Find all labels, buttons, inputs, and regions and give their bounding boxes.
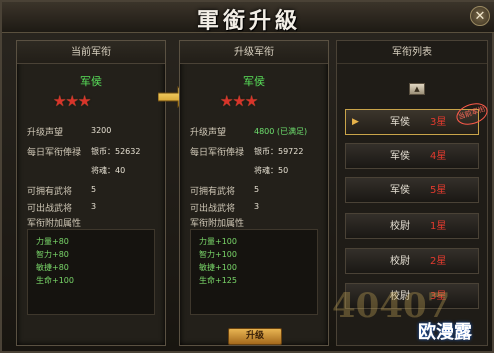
window-title: 軍銜升級 [196, 8, 301, 34]
current-rank-header: 当前军衔 [17, 41, 165, 64]
prestige-value: 3200 [91, 126, 112, 135]
bonus-intellect: 智力+80 [36, 250, 69, 259]
next-rank-name: 军侯 [243, 75, 265, 88]
rank-list-item-name: 军侯 [390, 151, 410, 162]
max-generals-label: 可拥有武将 [27, 187, 73, 197]
upgrade-window: 軍銜升級 ✕ 当前军衔 军侯 ★★★ 升级声望 3200 每日军衔俸禄 银币：5… [0, 0, 494, 353]
rank-list-item-name: 军侯 [390, 185, 410, 196]
generals-soul-value: 将魂：50 [254, 166, 289, 175]
scroll-up-icon[interactable]: ▲ [409, 83, 425, 95]
battle-generals-value: 3 [254, 202, 260, 211]
max-generals-value: 5 [254, 185, 260, 194]
rank-list-item[interactable]: 校尉 2星 [345, 248, 479, 274]
rank-list-item[interactable]: 校尉 1星 [345, 213, 479, 239]
current-rank-stamp: 当前军衔 [453, 99, 491, 129]
battle-generals-label: 可出战武将 [190, 204, 236, 214]
close-icon[interactable]: ✕ [470, 6, 490, 26]
current-rank-panel: 当前军衔 军侯 ★★★ 升级声望 3200 每日军衔俸禄 银币：52632 将魂… [16, 40, 166, 346]
silver-value: 银币：52632 [91, 147, 141, 156]
salary-label: 每日军衔俸禄 [190, 148, 245, 158]
bonus-strength: 力量+100 [199, 237, 237, 246]
rank-list-item-name: 军侯 [390, 117, 410, 128]
battle-generals-value: 3 [91, 202, 97, 211]
rank-list-item-level: 4星 [430, 151, 447, 162]
rank-list-header: 军衔列表 [337, 41, 487, 64]
silver-value: 银币：59722 [254, 147, 304, 156]
max-generals-value: 5 [91, 185, 97, 194]
bonus-agility: 敏捷+100 [199, 263, 237, 272]
bonus-agility: 敏捷+80 [36, 263, 69, 272]
bonus-box: 力量+100 智力+100 敏捷+100 生命+125 [190, 229, 318, 315]
rank-list-item-level: 5星 [430, 185, 447, 196]
bonus-label: 军衔附加属性 [190, 219, 245, 229]
bonus-box: 力量+80 智力+80 敏捷+80 生命+100 [27, 229, 155, 315]
battle-generals-label: 可出战武将 [27, 204, 73, 214]
max-generals-label: 可拥有武将 [190, 187, 236, 197]
current-rank-stars: ★★★ [53, 92, 91, 110]
current-rank-name: 军侯 [80, 75, 102, 88]
bonus-health: 生命+100 [36, 276, 74, 285]
title-bar: 軍銜升級 ✕ [2, 2, 494, 34]
rank-list-item-name: 校尉 [390, 256, 410, 267]
rank-list-item-level: 3星 [430, 117, 447, 128]
prestige-label: 升级声望 [27, 128, 64, 138]
generals-soul-value: 将魂：40 [91, 166, 126, 175]
bonus-label: 军衔附加属性 [27, 219, 82, 229]
prestige-value: 4800 (已满足) [254, 127, 308, 136]
rank-list-item[interactable]: 军侯 4星 [345, 143, 479, 169]
rank-list-item[interactable]: 军侯 5星 [345, 177, 479, 203]
rank-list-item-name: 校尉 [390, 221, 410, 232]
bonus-intellect: 智力+100 [199, 250, 237, 259]
rank-list-item-level: 1星 [430, 221, 447, 232]
next-rank-stars: ★★★ [220, 92, 258, 110]
salary-label: 每日军衔俸禄 [27, 148, 82, 158]
pointer-icon: ▶ [352, 117, 359, 127]
watermark-text: 欧漫露 [418, 322, 472, 343]
rank-list-item[interactable]: ▶ 军侯 3星 当前军衔 [345, 99, 491, 135]
upgrade-button[interactable]: 升级 [228, 328, 282, 345]
bonus-strength: 力量+80 [36, 237, 69, 246]
bonus-health: 生命+125 [199, 276, 237, 285]
next-rank-panel: 升级军衔 军侯 ★★★ 升级声望 4800 (已满足) 每日军衔俸禄 银币：59… [179, 40, 329, 346]
prestige-label: 升级声望 [190, 128, 227, 138]
rank-list-item-level: 2星 [430, 256, 447, 267]
next-rank-header: 升级军衔 [180, 41, 328, 64]
